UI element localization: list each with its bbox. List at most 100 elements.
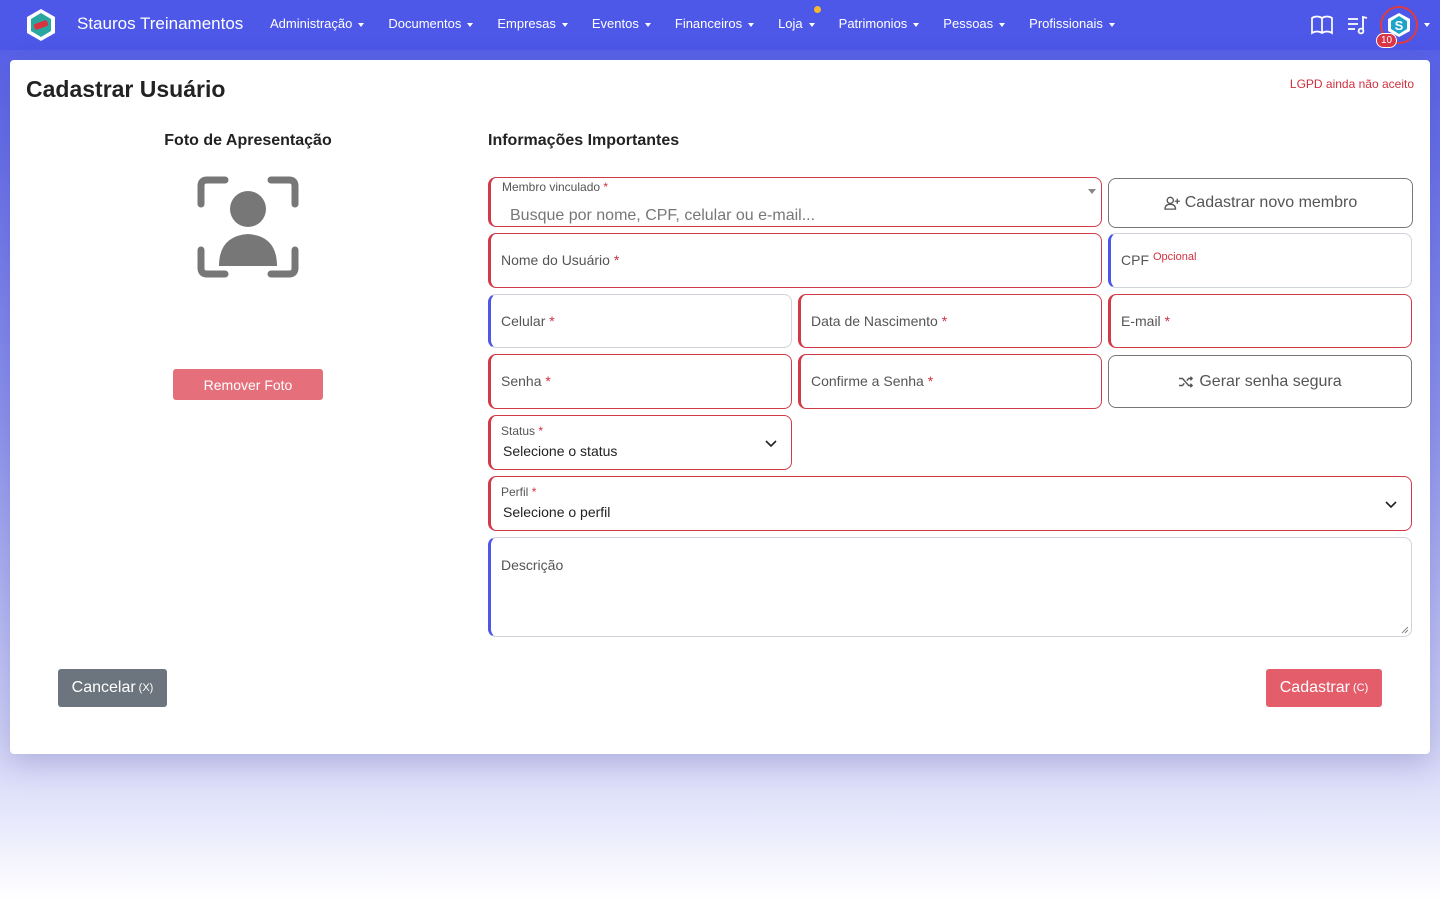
brand-name[interactable]: Stauros Treinamentos [77, 14, 243, 34]
nome-usuario-field[interactable]: Nome do Usuário * [488, 233, 1102, 288]
field-label: E-mail * [1121, 313, 1170, 329]
cpf-label: CPF [1121, 252, 1149, 268]
notification-dot [813, 6, 821, 13]
navbar-actions: S 10 [1298, 6, 1430, 48]
field-label: Senha * [501, 373, 551, 389]
optional-tag: Opcional [1153, 251, 1197, 263]
button-label: Cadastrar novo membro [1184, 194, 1358, 211]
menu-label: Patrimonios [838, 16, 908, 31]
cpf-field[interactable]: CPF Opcional [1108, 233, 1412, 288]
button-label: Cadastrar [1279, 679, 1350, 696]
confirme-senha-field[interactable]: Confirme a Senha * [798, 354, 1102, 409]
perfil-selected-value: Selecione o perfil [503, 504, 611, 520]
menu-label: Administração [270, 16, 353, 31]
field-label: Data de Nascimento * [811, 313, 947, 329]
menu-label: Eventos [591, 16, 639, 31]
senha-field[interactable]: Senha * [488, 354, 792, 409]
shuffle-icon [1179, 375, 1194, 388]
required-mark: * [603, 180, 609, 194]
membro-search-placeholder: Busque por nome, CPF, celular ou e-mail.… [510, 207, 816, 224]
lgpd-status: LGPD ainda não aceito [1289, 77, 1414, 91]
submit-button[interactable]: Cadastrar (C) [1266, 669, 1382, 707]
chevron-down-icon [1385, 501, 1397, 509]
menu-label: Documentos [388, 16, 462, 31]
menu-label: Financeiros [674, 16, 743, 31]
menu-label: Pessoas [943, 16, 994, 31]
caret-down-icon [748, 22, 755, 27]
button-label: Gerar senha segura [1199, 372, 1342, 390]
dropdown-arrow-icon [1088, 189, 1096, 194]
form-card: Cadastrar Usuário LGPD ainda não aceito … [10, 60, 1430, 754]
required-mark: * [941, 313, 948, 329]
membro-vinculado-select[interactable]: Membro vinculado * Busque por nome, CPF,… [488, 177, 1102, 227]
resize-handle-icon[interactable] [1401, 626, 1409, 634]
email-field[interactable]: E-mail * [1108, 294, 1412, 348]
field-label: Membro vinculado * [502, 180, 608, 194]
brand-logo-icon[interactable] [24, 8, 58, 42]
page-title: Cadastrar Usuário [26, 76, 226, 102]
descricao-label: Descrição [501, 557, 564, 573]
caret-down-icon [644, 22, 651, 27]
required-mark: * [549, 313, 555, 329]
nome-label: Nome do Usuário [501, 252, 610, 268]
caret-down-icon [913, 22, 920, 27]
membro-label: Membro vinculado [502, 180, 601, 194]
descricao-textarea[interactable]: Descrição [488, 537, 1412, 637]
email-label: E-mail [1121, 313, 1161, 329]
senha-label: Senha [501, 373, 542, 389]
caret-down-icon[interactable] [1424, 23, 1430, 27]
confirme-label: Confirme a Senha [811, 373, 924, 389]
caret-down-icon [808, 22, 815, 27]
menu-documentos[interactable]: Documentos [388, 16, 474, 31]
required-mark: * [613, 252, 620, 268]
required-mark: * [531, 485, 537, 499]
perfil-label: Perfil [501, 485, 529, 499]
celular-label: Celular [501, 313, 546, 329]
caret-down-icon [999, 22, 1006, 27]
celular-field[interactable]: Celular * [488, 294, 792, 348]
status-label: Status [501, 424, 536, 438]
gerar-senha-button[interactable]: Gerar senha segura [1108, 355, 1412, 408]
caret-down-icon [1108, 22, 1115, 27]
top-navbar: Stauros Treinamentos Administração Docum… [0, 0, 1440, 50]
menu-label: Profissionais [1029, 16, 1103, 31]
menu-financeiros[interactable]: Financeiros [674, 16, 755, 31]
book-icon[interactable] [1310, 13, 1334, 37]
field-label: Perfil * [501, 485, 536, 499]
perfil-select[interactable]: Perfil * Selecione o perfil [488, 476, 1412, 531]
field-label: Celular * [501, 313, 555, 329]
photo-section-title: Foto de Apresentação [164, 132, 332, 149]
field-label: Nome do Usuário * [501, 252, 619, 268]
menu-empresas[interactable]: Empresas [497, 16, 568, 31]
info-section-title: Informações Importantes [488, 132, 680, 149]
status-selected-value: Selecione o status [503, 443, 618, 459]
nascimento-label: Data de Nascimento [811, 313, 938, 329]
menu-pessoas[interactable]: Pessoas [943, 16, 1006, 31]
menu-label: Loja [778, 16, 803, 31]
shortcut-hint: (C) [1352, 682, 1369, 694]
notification-badge: 10 [1376, 33, 1398, 48]
status-select[interactable]: Status * Selecione o status [488, 415, 792, 470]
menu-eventos[interactable]: Eventos [592, 16, 651, 31]
menu-administracao[interactable]: Administração [270, 16, 365, 31]
menu-patrimonios[interactable]: Patrimonios [839, 16, 920, 31]
required-mark: * [1164, 313, 1171, 329]
caret-down-icon [467, 22, 474, 27]
required-mark: * [538, 424, 544, 438]
user-menu[interactable]: S 10 [1376, 6, 1418, 48]
user-photo-placeholder-icon[interactable] [197, 176, 299, 278]
menu-loja[interactable]: Loja [778, 6, 821, 31]
chevron-down-icon [765, 440, 777, 448]
svg-text:S: S [1395, 18, 1404, 33]
menu-profissionais[interactable]: Profissionais [1029, 16, 1115, 31]
main-menu: Administração Documentos Empresas Evento… [270, 6, 1139, 31]
cancel-button[interactable]: Cancelar (X) [58, 669, 167, 707]
data-nascimento-field[interactable]: Data de Nascimento * [798, 294, 1102, 348]
field-label: CPF Opcional [1121, 251, 1197, 268]
new-member-button[interactable]: Cadastrar novo membro [1108, 178, 1413, 228]
remove-photo-button[interactable]: Remover Foto [173, 369, 323, 400]
user-plus-icon [1164, 196, 1180, 210]
field-label: Confirme a Senha * [811, 373, 933, 389]
playlist-music-icon[interactable] [1346, 13, 1370, 37]
caret-down-icon [561, 22, 568, 27]
